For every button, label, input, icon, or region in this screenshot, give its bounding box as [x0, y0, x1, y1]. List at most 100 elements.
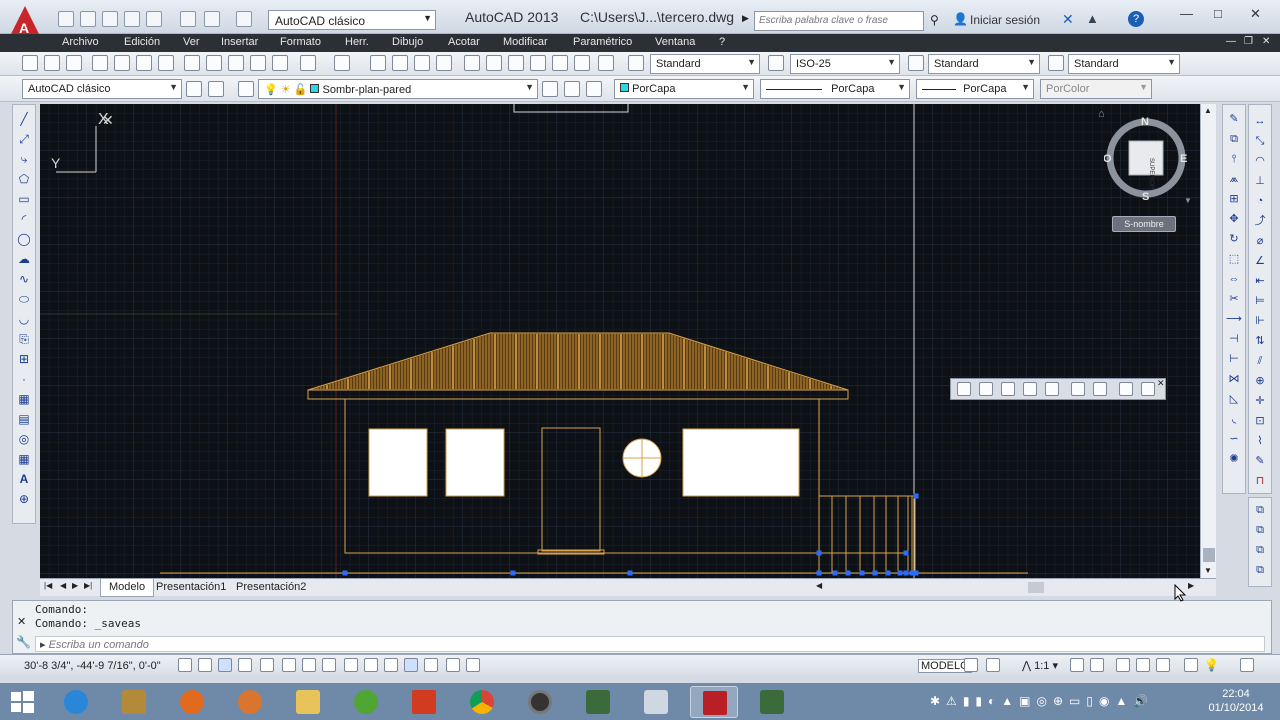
- grip-point[interactable]: [913, 493, 919, 499]
- 3d-osnap-icon[interactable]: [302, 658, 316, 672]
- grid-display-icon[interactable]: [218, 658, 232, 672]
- exchange-icon[interactable]: ✕: [1062, 11, 1074, 28]
- workspace-switching-icon[interactable]: [1116, 658, 1130, 672]
- properties-icon[interactable]: [464, 55, 480, 71]
- infer-constraints-icon[interactable]: [178, 658, 192, 672]
- grip-point[interactable]: [845, 570, 851, 576]
- block-editor-icon[interactable]: [272, 55, 288, 71]
- rotate-icon[interactable]: ↻: [1226, 231, 1242, 247]
- annotation-scale[interactable]: ⋀ 1:1 ▾: [1022, 659, 1058, 672]
- text-style-select[interactable]: Standard ▼: [650, 54, 760, 74]
- break-icon[interactable]: ⊢: [1226, 351, 1242, 367]
- close-icon[interactable]: ✕: [17, 615, 26, 628]
- snap-mode-icon[interactable]: [198, 658, 212, 672]
- hscroll-left-icon[interactable]: ◀: [816, 581, 822, 590]
- dim-continue-icon[interactable]: ⊩: [1252, 313, 1268, 329]
- viewcube-face[interactable]: [1128, 140, 1164, 176]
- zoom-center-icon[interactable]: [1023, 382, 1037, 396]
- offset-icon[interactable]: ⩕: [1226, 171, 1242, 187]
- object-snap-tracking-icon[interactable]: [322, 658, 336, 672]
- user-icon[interactable]: 👤: [953, 12, 968, 26]
- grip-point[interactable]: [342, 570, 348, 576]
- table-style-icon[interactable]: [908, 55, 924, 71]
- table-icon[interactable]: ▦: [16, 451, 32, 467]
- annotation-monitor-icon[interactable]: [466, 658, 480, 672]
- grip-point[interactable]: [816, 570, 822, 576]
- line-icon[interactable]: ╱: [16, 111, 32, 127]
- layout-4-icon[interactable]: ⧉: [1252, 562, 1268, 578]
- annotation-visibility-icon[interactable]: [1070, 658, 1084, 672]
- menu-modificar[interactable]: Modificar: [503, 36, 548, 48]
- fillet-icon[interactable]: ◟: [1226, 411, 1242, 427]
- dim-jogged-icon[interactable]: ⤴: [1252, 213, 1268, 229]
- grip-point[interactable]: [816, 550, 822, 556]
- menu-dibujo[interactable]: Dibujo: [392, 36, 423, 48]
- scroll-down-icon[interactable]: ▼: [1204, 566, 1212, 575]
- taskbar-utorrent[interactable]: [342, 686, 390, 718]
- drawing-canvas[interactable]: Y X SUPERIOR N S E O ⌂ ▼ S-nombre ✕ ✕: [40, 104, 1200, 578]
- wcs-menu[interactable]: S-nombre: [1112, 216, 1176, 232]
- scale-icon[interactable]: ⬚: [1226, 251, 1242, 267]
- rectangle-icon[interactable]: ▭: [16, 191, 32, 207]
- layer-select[interactable]: 💡 ☀ 🔓 Sombr-plan-pared ▼: [258, 79, 538, 99]
- tab-modelo[interactable]: Modelo: [100, 579, 155, 597]
- binoculars-icon[interactable]: ⚲: [930, 13, 939, 27]
- isolate-objects-icon[interactable]: [1184, 658, 1198, 672]
- quickcalc-icon[interactable]: [574, 55, 590, 71]
- system-tray-icons[interactable]: ✱⚠▮▮◐▲▣◎⊕▭▯◉▲🔊: [930, 694, 1180, 708]
- mleader-style-select[interactable]: Standard ▼: [1068, 54, 1180, 74]
- hscroll-right-icon[interactable]: ▶: [1188, 581, 1194, 590]
- tab-last-icon[interactable]: ▶|: [84, 581, 92, 590]
- color-select[interactable]: PorCapa ▼: [614, 79, 754, 99]
- menu-help[interactable]: ?: [719, 36, 725, 48]
- start-button[interactable]: [8, 688, 36, 716]
- undo-icon[interactable]: [300, 55, 316, 71]
- minimize-icon[interactable]: —: [1180, 6, 1193, 21]
- copy-object-icon[interactable]: ⧉: [1226, 131, 1242, 147]
- dim-aligned-icon[interactable]: ⤡: [1252, 133, 1268, 149]
- sheet-set-icon[interactable]: [530, 55, 546, 71]
- plot-icon[interactable]: [180, 11, 196, 27]
- dim-baseline-icon[interactable]: ⊨: [1252, 293, 1268, 309]
- quick-properties-icon[interactable]: [424, 658, 438, 672]
- break-at-point-icon[interactable]: ⊣: [1226, 331, 1242, 347]
- layout-1-icon[interactable]: ⧉: [1252, 502, 1268, 518]
- compass-west[interactable]: O: [1103, 153, 1112, 165]
- markup-icon[interactable]: [552, 55, 568, 71]
- object-snap-icon[interactable]: [282, 658, 296, 672]
- table-style-select[interactable]: Standard ▼: [928, 54, 1040, 74]
- menu-insertar[interactable]: Insertar: [221, 36, 258, 48]
- gradient-icon[interactable]: ▤: [16, 411, 32, 427]
- grip-point[interactable]: [903, 570, 909, 576]
- zoom-object-icon[interactable]: [1045, 382, 1059, 396]
- menu-acotar[interactable]: Acotar: [448, 36, 480, 48]
- dim-ordinate-icon[interactable]: ⊥: [1252, 173, 1268, 189]
- dim-style-select[interactable]: ISO-25 ▼: [790, 54, 900, 74]
- search-input[interactable]: Escriba palabra clave o frase: [754, 11, 924, 31]
- center-mark-icon[interactable]: ✛: [1252, 393, 1268, 409]
- coordinates-readout[interactable]: 30'-8 3/4", -44'-9 7/16", 0'-0": [24, 660, 161, 672]
- chamfer-icon[interactable]: ◺: [1226, 391, 1242, 407]
- zoom-window-icon[interactable]: [414, 55, 430, 71]
- circle-icon[interactable]: ◯: [16, 231, 32, 247]
- doc-minimize-icon[interactable]: —: [1226, 36, 1236, 47]
- menu-formato[interactable]: Formato: [280, 36, 321, 48]
- revcloud-icon[interactable]: ☁: [16, 251, 32, 267]
- taskbar-ie[interactable]: [52, 686, 100, 718]
- redo-icon[interactable]: [236, 11, 252, 27]
- scroll-thumb[interactable]: [1203, 548, 1215, 562]
- grip-point[interactable]: [903, 550, 909, 556]
- auto-scale-icon[interactable]: [1090, 658, 1104, 672]
- tab-presentacion2[interactable]: Presentación2: [236, 581, 306, 593]
- window-2[interactable]: [445, 428, 505, 497]
- workspace-select[interactable]: AutoCAD clásico ▼: [22, 79, 182, 99]
- compass-south[interactable]: S: [1142, 191, 1149, 203]
- layer-match-icon[interactable]: [564, 81, 580, 97]
- hscroll-thumb[interactable]: [1028, 582, 1044, 593]
- redo-icon[interactable]: [334, 55, 350, 71]
- taskbar-app-hand[interactable]: [226, 686, 274, 718]
- add-selected-icon[interactable]: ⊕: [16, 491, 32, 507]
- point-icon[interactable]: ·: [16, 371, 32, 387]
- quick-dim-icon[interactable]: ⇤: [1252, 273, 1268, 289]
- workspace-settings-icon[interactable]: [186, 81, 202, 97]
